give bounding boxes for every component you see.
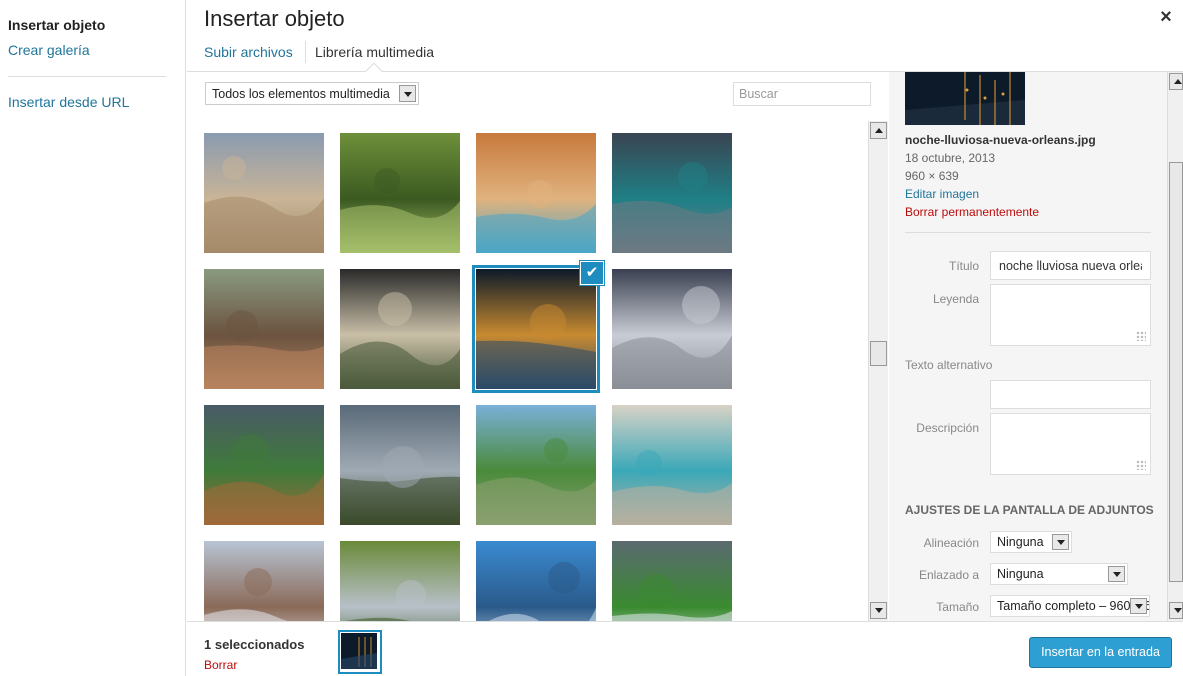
menu-item-create-gallery[interactable]: Crear galería: [8, 42, 90, 58]
media-filter-value: Todos los elementos multimedia: [212, 87, 390, 101]
details-separator: [905, 232, 1151, 233]
size-label: Tamaño: [936, 600, 979, 614]
title-label: Título: [948, 259, 979, 273]
attachment-thumbnail[interactable]: [476, 133, 596, 253]
caption-label: Leyenda: [932, 292, 979, 306]
size-select[interactable]: Tamaño completo – 960 × 639: [990, 595, 1150, 617]
chevron-down-icon[interactable]: [1130, 598, 1147, 614]
search-input[interactable]: [733, 82, 871, 106]
resize-handle-icon[interactable]: [1136, 460, 1146, 470]
attachment-dimensions: 960 × 639: [905, 169, 959, 183]
attachment-image: [204, 133, 324, 253]
attachment-image: [340, 269, 460, 389]
delete-permanently-link[interactable]: Borrar permanentemente: [905, 205, 1039, 219]
media-menu: Insertar objeto Crear galería Insertar d…: [0, 0, 186, 676]
alignment-select[interactable]: Ninguna: [990, 531, 1072, 553]
attachment-thumbnail[interactable]: ✔: [472, 261, 604, 393]
scroll-thumb[interactable]: [870, 341, 887, 366]
menu-separator: [8, 76, 166, 77]
edit-image-link[interactable]: Editar imagen: [905, 187, 979, 201]
link-to-select[interactable]: Ninguna: [990, 563, 1128, 585]
attachment-date: 18 octubre, 2013: [905, 151, 996, 165]
attachment-thumbnail[interactable]: [340, 405, 460, 525]
attachment-thumbnail[interactable]: [612, 405, 732, 525]
description-label: Descripción: [916, 421, 979, 435]
media-toolbar: 1 seleccionados Borrar Insertar en la en…: [187, 621, 1183, 676]
attachment-thumbnail[interactable]: [612, 541, 732, 621]
attachment-image: [476, 133, 596, 253]
link-to-label: Enlazado a: [918, 568, 979, 582]
sidebar-scrollbar[interactable]: [1167, 72, 1183, 621]
modal-title: Insertar objeto: [204, 6, 345, 31]
caption-field[interactable]: [990, 284, 1151, 346]
attachment-thumbnail[interactable]: [476, 405, 596, 525]
attachment-image: [340, 133, 460, 253]
attachment-image: [340, 541, 460, 621]
attachment-image: [204, 269, 324, 389]
media-filter-select[interactable]: Todos los elementos multimedia: [205, 82, 419, 105]
chevron-down-icon[interactable]: [1052, 534, 1069, 550]
selection-count: 1 seleccionados: [204, 637, 305, 652]
resize-handle-icon[interactable]: [1136, 331, 1146, 341]
tab-separator: [305, 41, 306, 63]
alignment-value: Ninguna: [997, 535, 1044, 549]
attachment-filename: noche-lluviosa-nueva-orleans.jpg: [905, 133, 1096, 147]
chevron-down-icon[interactable]: [399, 85, 416, 102]
menu-item-insert-from-url[interactable]: Insertar desde URL: [8, 94, 129, 110]
scroll-up-button[interactable]: [870, 122, 887, 139]
link-to-value: Ninguna: [997, 567, 1044, 581]
attachment-image: [612, 269, 732, 389]
chevron-down-icon[interactable]: [1108, 566, 1125, 582]
insert-into-post-button[interactable]: Insertar en la entrada: [1029, 637, 1172, 668]
display-settings-heading: AJUSTES DE LA PANTALLA DE ADJUNTOS: [905, 503, 1154, 517]
scroll-thumb[interactable]: [1169, 162, 1183, 582]
attachment-thumbnail[interactable]: [204, 405, 324, 525]
attachment-image: [476, 405, 596, 525]
scroll-down-button[interactable]: [1169, 602, 1183, 619]
attachment-image: [476, 269, 596, 389]
attachment-image: [204, 541, 324, 621]
attachment-thumbnail[interactable]: [204, 133, 324, 253]
attachment-image: [204, 405, 324, 525]
menu-item-insert-media[interactable]: Insertar objeto: [8, 17, 105, 33]
attachment-details: noche-lluviosa-nueva-orleans.jpg 18 octu…: [889, 72, 1167, 621]
attachment-thumbnail[interactable]: [204, 541, 324, 621]
attachment-image: [612, 133, 732, 253]
clear-selection-link[interactable]: Borrar: [204, 658, 237, 672]
attachment-thumbnail[interactable]: [340, 133, 460, 253]
attachment-thumbnail[interactable]: [476, 541, 596, 621]
attachments-grid: ✔: [204, 133, 740, 621]
alignment-label: Alineación: [923, 536, 979, 550]
size-value: Tamaño completo – 960 × 639: [997, 599, 1150, 613]
attachment-image: [476, 541, 596, 621]
alt-text-field[interactable]: [990, 380, 1151, 409]
attachment-thumbnail[interactable]: [340, 541, 460, 621]
selection-thumbnail[interactable]: [338, 630, 382, 674]
attachment-thumbnail[interactable]: [204, 269, 324, 389]
media-router: Subir archivos Librería multimedia: [187, 36, 1183, 80]
check-icon[interactable]: ✔: [580, 261, 604, 285]
attachment-thumbnail[interactable]: [612, 269, 732, 389]
tab-media-library[interactable]: Librería multimedia: [315, 44, 434, 60]
active-tab-arrow: [365, 62, 383, 80]
alt-text-label: Texto alternativo: [905, 358, 993, 372]
tab-upload-files[interactable]: Subir archivos: [204, 44, 293, 60]
attachment-thumbnail[interactable]: [612, 133, 732, 253]
attachment-thumbnail[interactable]: [340, 269, 460, 389]
scroll-up-button[interactable]: [1169, 73, 1183, 90]
attachment-preview-image: [905, 72, 1025, 125]
attachment-image: [340, 405, 460, 525]
attachment-image: [612, 405, 732, 525]
close-icon[interactable]: ×: [1156, 6, 1176, 28]
selection-thumbnail-image: [341, 633, 377, 669]
description-field[interactable]: [990, 413, 1151, 475]
grid-scrollbar[interactable]: [868, 121, 888, 621]
attachment-image: [612, 541, 732, 621]
media-modal: Insertar objeto Crear galería Insertar d…: [0, 0, 1183, 676]
scroll-down-button[interactable]: [870, 602, 887, 619]
title-field[interactable]: [990, 251, 1151, 280]
